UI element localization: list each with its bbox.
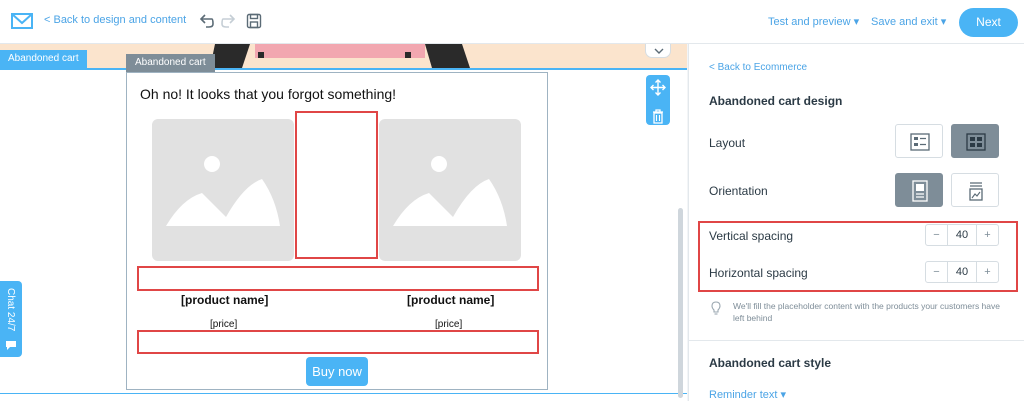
product-price-1: [price] xyxy=(210,319,238,330)
reminder-text-dropdown[interactable]: Reminder text ▾ xyxy=(709,388,786,401)
spacing-settings-highlight xyxy=(698,221,1018,292)
email-canvas: Abandoned cart Abandoned cart Oh no! It … xyxy=(0,44,687,401)
product-image-placeholder-1 xyxy=(152,119,294,261)
abandoned-cart-block-tab[interactable]: Abandoned cart xyxy=(0,50,87,68)
abandoned-cart-style-title: Abandoned cart style xyxy=(709,356,832,370)
lightbulb-icon xyxy=(711,301,721,315)
test-and-preview-menu[interactable]: Test and preview ▾ xyxy=(768,15,859,28)
redo-icon[interactable] xyxy=(220,12,238,30)
placeholder-hint: We'll fill the placeholder content with … xyxy=(733,301,1000,323)
undo-icon[interactable] xyxy=(197,12,215,30)
save-icon[interactable] xyxy=(245,12,263,30)
orientation-label: Orientation xyxy=(709,184,768,198)
vertical-spacing-highlight-top xyxy=(137,266,539,291)
next-button[interactable]: Next xyxy=(959,8,1018,37)
horizontal-spacing-highlight xyxy=(295,111,378,259)
top-bar: < Back to design and content Test and pr… xyxy=(0,0,1024,44)
image-placeholder-icon xyxy=(393,156,507,226)
back-to-design-link[interactable]: < Back to design and content xyxy=(44,14,186,26)
orientation-horizontal-option[interactable] xyxy=(951,173,999,207)
chat-bubble-icon xyxy=(6,341,16,350)
header-decoration xyxy=(210,44,470,68)
layout-grid-icon xyxy=(966,133,986,151)
envelope-logo-icon[interactable] xyxy=(11,13,33,29)
section-divider xyxy=(689,340,1024,341)
header-image-strip xyxy=(0,44,687,68)
back-to-ecommerce-link[interactable]: < Back to Ecommerce xyxy=(709,62,807,73)
product-price-2: [price] xyxy=(435,319,463,330)
trash-icon[interactable] xyxy=(646,105,670,130)
vertical-spacing-highlight-bottom xyxy=(137,330,539,354)
orientation-horizontal-icon xyxy=(969,182,983,201)
layout-list-icon xyxy=(910,133,930,151)
chat-label: Chat 24/7 xyxy=(5,288,16,332)
layout-grid-option[interactable] xyxy=(951,124,999,158)
collapse-chevron-button[interactable] xyxy=(645,44,671,58)
block-tools xyxy=(646,75,670,125)
abandoned-cart-design-title: Abandoned cart design xyxy=(709,94,843,108)
chevron-down-icon xyxy=(654,48,664,54)
canvas-scrollbar[interactable] xyxy=(678,208,683,398)
product-image-placeholder-2 xyxy=(379,119,521,261)
selected-block-outline-bottom xyxy=(0,393,687,394)
chat-button[interactable]: Chat 24/7 xyxy=(0,281,22,357)
greeting-heading: Oh no! It looks that you forgot somethin… xyxy=(140,86,397,102)
buy-now-button[interactable]: Buy now xyxy=(306,357,368,386)
orientation-vertical-option[interactable] xyxy=(895,173,943,207)
product-name-1: [product name] xyxy=(181,293,269,307)
abandoned-cart-inner-tab[interactable]: Abandoned cart xyxy=(126,54,215,72)
orientation-vertical-icon xyxy=(912,180,928,202)
selected-block-outline-top xyxy=(0,68,687,70)
move-icon[interactable] xyxy=(646,75,670,100)
layout-list-option[interactable] xyxy=(895,124,943,158)
save-and-exit-menu[interactable]: Save and exit ▾ xyxy=(871,15,946,28)
product-name-2: [product name] xyxy=(407,293,495,307)
image-placeholder-icon xyxy=(166,156,280,226)
layout-label: Layout xyxy=(709,136,746,150)
settings-panel: < Back to Ecommerce Abandoned cart desig… xyxy=(688,44,1024,401)
